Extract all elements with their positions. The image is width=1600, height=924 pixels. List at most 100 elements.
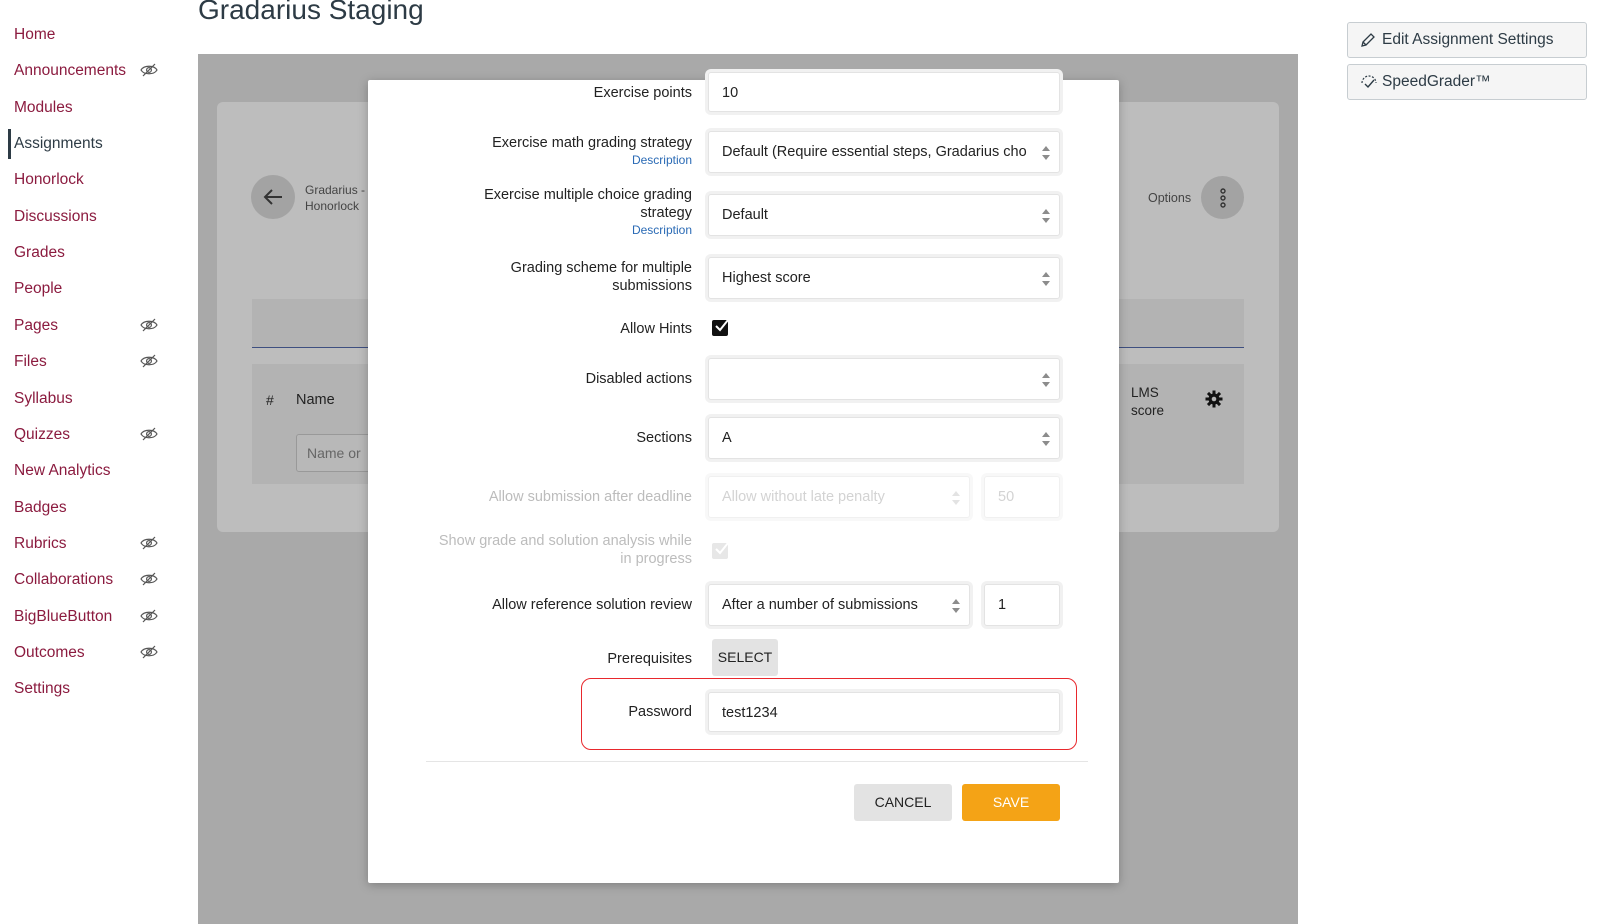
nav-item-grades[interactable]: Grades xyxy=(0,238,170,268)
password-value: test1234 xyxy=(722,705,778,721)
nav-item-bigbluebutton[interactable]: BigBlueButton xyxy=(0,602,170,632)
grading-scheme-label: Grading scheme for multiple submissions xyxy=(511,259,692,295)
nav-item-discussions[interactable]: Discussions xyxy=(0,202,170,232)
nav-item-rubrics[interactable]: Rubrics xyxy=(0,529,170,559)
column-name-header: Name xyxy=(296,392,335,408)
disabled-actions-label: Disabled actions xyxy=(585,371,692,387)
speedgrader-button[interactable]: SpeedGrader™ xyxy=(1347,64,1587,100)
select-arrows-icon xyxy=(1042,432,1050,446)
select-arrows-icon xyxy=(1042,209,1050,223)
nav-item-label: Collaborations xyxy=(14,571,114,589)
save-button[interactable]: SAVE xyxy=(962,784,1060,821)
nav-item-label: Quizzes xyxy=(14,425,70,443)
disabled-actions-select[interactable] xyxy=(708,358,1060,400)
mc-grading-strategy-label: Exercise multiple choice grading strateg… xyxy=(484,186,692,238)
grading-scheme-value: Highest score xyxy=(722,270,811,286)
nav-item-label: Rubrics xyxy=(14,534,67,552)
nav-item-label: Assignments xyxy=(14,135,103,153)
late-penalty-input: 50 xyxy=(984,476,1060,518)
mc-strategy-text-line2: strategy xyxy=(640,205,692,221)
edit-assignment-settings-label: Edit Assignment Settings xyxy=(1382,31,1554,48)
nav-item-quizzes[interactable]: Quizzes xyxy=(0,420,170,450)
after-deadline-label: Allow submission after deadline xyxy=(488,489,692,505)
prerequisites-label: Prerequisites xyxy=(607,651,692,667)
hidden-from-students-icon xyxy=(140,420,158,450)
column-lms-score-header: LMS score xyxy=(1131,385,1165,418)
options-button[interactable] xyxy=(1201,176,1244,219)
allow-hints-checkbox[interactable] xyxy=(712,319,729,336)
show-grade-text-line2: in progress xyxy=(620,551,692,567)
page-title: Gradarius Staging xyxy=(198,0,424,25)
show-grade-checkbox xyxy=(712,542,729,559)
password-input[interactable]: test1234 xyxy=(708,692,1060,732)
speedgrader-label: SpeedGrader™ xyxy=(1382,73,1491,90)
nav-item-label: Pages xyxy=(14,316,58,334)
select-arrows-icon xyxy=(952,491,960,505)
nav-item-home[interactable]: Home xyxy=(0,20,170,50)
nav-item-label: Home xyxy=(14,26,56,43)
nav-item-modules[interactable]: Modules xyxy=(0,93,170,123)
math-grading-strategy-select[interactable]: Default (Require essential steps, Gradar… xyxy=(708,131,1060,173)
name-search-input[interactable]: Name or xyxy=(296,434,376,472)
show-grade-label: Show grade and solution analysis while i… xyxy=(439,532,692,568)
nav-item-settings[interactable]: Settings xyxy=(0,674,170,704)
name-search-placeholder: Name or xyxy=(307,445,361,461)
back-button[interactable] xyxy=(251,175,295,219)
nav-item-outcomes[interactable]: Outcomes xyxy=(0,638,170,668)
nav-item-label: Modules xyxy=(14,98,73,116)
exercise-points-input[interactable]: 10 xyxy=(708,72,1060,112)
hidden-from-students-icon xyxy=(140,311,158,341)
nav-item-label: Syllabus xyxy=(14,389,73,407)
nav-item-syllabus[interactable]: Syllabus xyxy=(0,384,170,414)
select-arrows-icon xyxy=(1042,272,1050,286)
nav-item-honorlock[interactable]: Honorlock xyxy=(0,165,170,195)
cancel-button[interactable]: CANCEL xyxy=(854,784,952,821)
breadcrumb-course: Gradarius - xyxy=(305,183,366,197)
allow-hints-label: Allow Hints xyxy=(620,321,692,337)
nav-item-label: Grades xyxy=(14,244,65,262)
nav-item-label: Announcements xyxy=(14,62,127,80)
nav-item-assignments[interactable]: Assignments xyxy=(8,129,181,160)
pencil-icon xyxy=(1360,32,1376,53)
select-arrows-icon xyxy=(1042,146,1050,160)
checkmark-icon xyxy=(715,319,729,332)
nav-item-files[interactable]: Files xyxy=(0,347,170,377)
mc-grading-strategy-select[interactable]: Default xyxy=(708,194,1060,236)
nav-item-label: Outcomes xyxy=(14,643,85,661)
grading-scheme-select[interactable]: Highest score xyxy=(708,257,1060,299)
select-prerequisites-button[interactable]: SELECT xyxy=(712,639,778,676)
mc-strategy-description-link[interactable]: Description xyxy=(484,222,692,238)
select-arrows-icon xyxy=(1042,373,1050,387)
nav-item-pages[interactable]: Pages xyxy=(0,311,170,341)
nav-item-label: Badges xyxy=(14,498,67,516)
nav-item-new-analytics[interactable]: New Analytics xyxy=(0,456,170,486)
show-grade-text-line1: Show grade and solution analysis while xyxy=(438,533,692,549)
math-strategy-description-link[interactable]: Description xyxy=(492,152,692,168)
reference-review-value: After a number of submissions xyxy=(722,597,918,613)
submissions-count-value: 1 xyxy=(998,597,1007,613)
nav-item-label: Files xyxy=(14,353,47,371)
more-vertical-icon xyxy=(1220,188,1226,208)
hidden-from-students-icon xyxy=(140,56,158,86)
grading-scheme-text-line2: submissions xyxy=(612,278,692,294)
hidden-from-students-icon xyxy=(140,565,158,595)
exercise-points-label: Exercise points xyxy=(593,85,692,101)
nav-item-announcements[interactable]: Announcements xyxy=(0,56,170,86)
options-label: Options xyxy=(1148,191,1192,205)
nav-item-people[interactable]: People xyxy=(0,274,170,304)
late-penalty-value: 50 xyxy=(998,489,1015,505)
nav-item-label: Settings xyxy=(14,680,71,698)
edit-assignment-settings-button[interactable]: Edit Assignment Settings xyxy=(1347,22,1587,58)
nav-item-collaborations[interactable]: Collaborations xyxy=(0,565,170,595)
after-deadline-value: Allow without late penalty xyxy=(722,489,885,505)
math-grading-strategy-text: Exercise math grading strategy xyxy=(492,135,692,151)
reference-review-select[interactable]: After a number of submissions xyxy=(708,584,970,626)
checkmark-icon xyxy=(715,542,729,555)
exercise-points-value: 10 xyxy=(722,85,739,101)
select-arrows-icon xyxy=(952,599,960,613)
nav-item-badges[interactable]: Badges xyxy=(0,493,170,523)
submissions-count-input[interactable]: 1 xyxy=(984,584,1060,626)
gear-icon[interactable] xyxy=(1205,390,1223,413)
nav-item-label: Discussions xyxy=(14,207,97,225)
sections-select[interactable]: A xyxy=(708,417,1060,459)
